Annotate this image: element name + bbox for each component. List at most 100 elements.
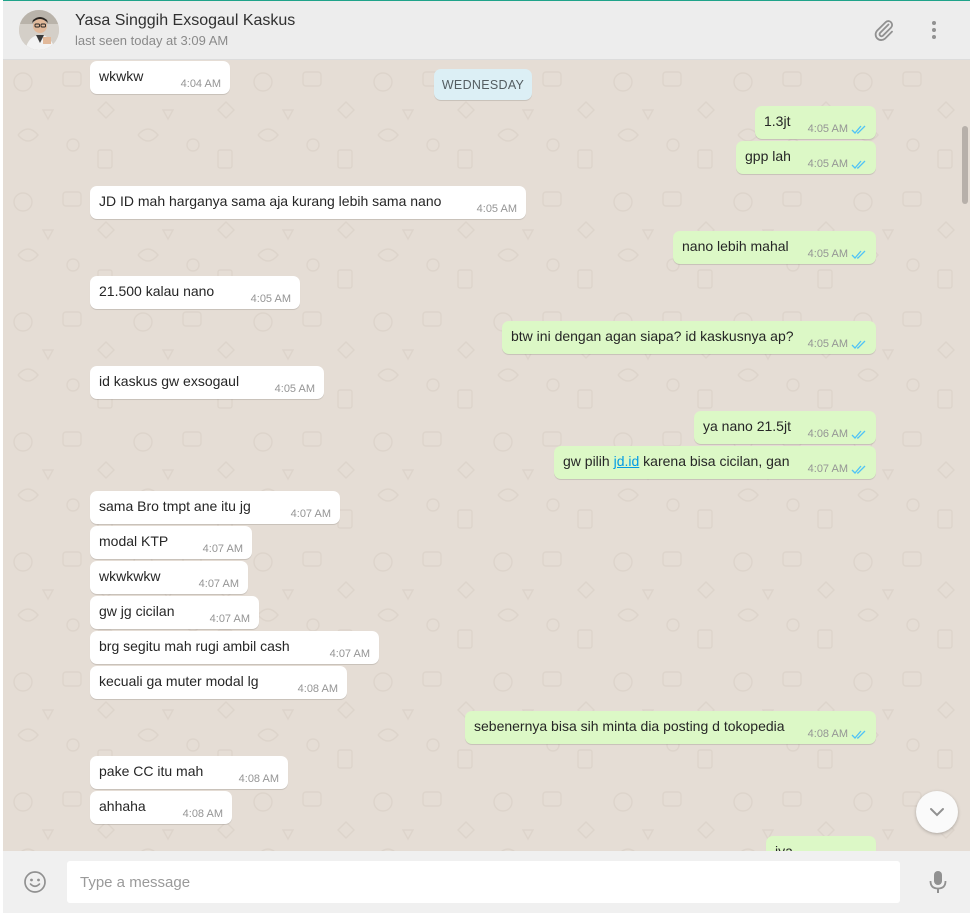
message-meta: 4:08 AM (239, 773, 279, 785)
read-ticks-icon (851, 160, 866, 169)
message-text: pake CC itu mah (99, 763, 204, 779)
message-text: ahhaha (99, 798, 146, 814)
read-ticks-icon (851, 730, 866, 739)
read-ticks-icon (851, 250, 866, 259)
message-text: brg segitu mah rugi ambil cash (99, 638, 290, 654)
message-text: ya nano 21.5jt (703, 418, 791, 434)
message-meta: 4:05 AM (808, 158, 867, 170)
message-text: wkwkw (99, 68, 144, 84)
chat-scrollbar[interactable] (962, 126, 968, 204)
voice-message-button[interactable] (927, 869, 949, 895)
incoming-message[interactable]: modal KTP 4:07 AM (90, 526, 252, 559)
message-meta: 4:07 AM (330, 648, 370, 660)
message-text: nano lebih mahal (682, 238, 789, 254)
message-time: 4:05 AM (476, 203, 517, 215)
message-text: id kaskus gw exsogaul (99, 373, 240, 389)
message-text: gw jg cicilan (99, 603, 175, 619)
incoming-message[interactable]: id kaskus gw exsogaul 4:05 AM (90, 366, 324, 399)
read-ticks-icon (851, 430, 866, 439)
read-ticks-icon (851, 125, 866, 134)
message-meta: 4:08 AM (808, 728, 867, 740)
composer-bar (3, 851, 970, 913)
message-meta: 4:05 AM (477, 203, 517, 215)
message-time: 4:04 AM (180, 78, 221, 90)
message-text: 1.3jt (764, 113, 791, 129)
message-link[interactable]: jd.id (614, 453, 640, 469)
message-text: wkwkwkw (99, 568, 161, 584)
message-time: 4:07 AM (329, 648, 370, 660)
header-accent-line (3, 0, 970, 1)
message-input[interactable] (67, 861, 900, 903)
message-text: sama Bro tmpt ane itu jg (99, 498, 251, 514)
outgoing-message[interactable]: btw ini dengan agan siapa? id kaskusnya … (502, 321, 876, 354)
scroll-to-bottom-button[interactable] (916, 791, 958, 833)
incoming-message[interactable]: JD ID mah harganya sama aja kurang lebih… (90, 186, 526, 219)
incoming-message[interactable]: wkwkwkw 4:07 AM (90, 561, 248, 594)
attach-button[interactable] (867, 14, 899, 46)
message-text: iya (775, 843, 793, 851)
paperclip-icon (874, 20, 894, 41)
outgoing-message[interactable]: iya (766, 836, 876, 851)
incoming-message[interactable]: ahhaha 4:08 AM (90, 791, 232, 824)
read-ticks-icon (851, 340, 866, 349)
contact-name[interactable]: Yasa Singgih Exsogaul Kaskus (75, 12, 295, 30)
outgoing-message[interactable]: gw pilih jd.id karena bisa cicilan, gan 4… (554, 446, 876, 479)
read-ticks-icon (851, 465, 866, 474)
message-time: 4:07 AM (290, 508, 331, 520)
message-meta: 4:07 AM (203, 543, 243, 555)
message-text: sebenernya bisa sih minta dia posting d … (474, 718, 785, 734)
date-divider: WEDNESDAY (434, 69, 532, 100)
outgoing-message[interactable]: sebenernya bisa sih minta dia posting d … (465, 711, 876, 744)
message-meta: 4:05 AM (275, 383, 315, 395)
message-time: 4:06 AM (807, 428, 848, 440)
message-text: 21.500 kalau nano (99, 283, 215, 299)
message-time: 4:05 AM (250, 293, 291, 305)
message-meta: 4:04 AM (181, 78, 221, 90)
message-time: 4:05 AM (807, 338, 848, 350)
message-meta: 4:07 AM (291, 508, 331, 520)
message-text-part: karena bisa cicilan, gan (639, 453, 790, 469)
message-list[interactable]: WEDNESDAY wkwkw 4:04 AM 1.3jt 4:05 AM gpp la… (3, 60, 970, 851)
message-meta: 4:05 AM (808, 338, 867, 350)
avatar[interactable] (19, 10, 59, 50)
message-meta: 4:05 AM (808, 123, 867, 135)
incoming-message[interactable]: pake CC itu mah 4:08 AM (90, 756, 288, 789)
avatar-photo-icon (19, 10, 59, 50)
emoji-button[interactable] (23, 870, 47, 894)
outgoing-message[interactable]: ya nano 21.5jt 4:06 AM (694, 411, 876, 444)
message-meta: 4:07 AM (210, 613, 250, 625)
message-meta: 4:07 AM (808, 463, 867, 475)
message-time: 4:05 AM (807, 248, 848, 260)
outgoing-message[interactable]: 1.3jt 4:05 AM (755, 106, 876, 139)
message-time: 4:05 AM (274, 383, 315, 395)
incoming-message[interactable]: brg segitu mah rugi ambil cash 4:07 AM (90, 631, 379, 664)
message-time: 4:08 AM (297, 683, 338, 695)
chevron-down-icon (930, 808, 944, 817)
incoming-message[interactable]: kecuali ga muter modal lg 4:08 AM (90, 666, 347, 699)
message-time: 4:07 AM (202, 543, 243, 555)
message-time: 4:08 AM (238, 773, 279, 785)
message-time: 4:05 AM (807, 158, 848, 170)
incoming-message[interactable]: sama Bro tmpt ane itu jg 4:07 AM (90, 491, 340, 524)
message-text: kecuali ga muter modal lg (99, 673, 259, 689)
message-time: 4:07 AM (209, 613, 250, 625)
message-meta: 4:08 AM (183, 808, 223, 820)
outgoing-message[interactable]: nano lebih mahal 4:05 AM (673, 231, 876, 264)
outgoing-message[interactable]: gpp lah 4:05 AM (736, 141, 876, 174)
chat-header: Yasa Singgih Exsogaul Kaskus last seen t… (3, 0, 970, 60)
message-text: gw pilih jd.id karena bisa cicilan, gan (563, 453, 789, 469)
last-seen-status: last seen today at 3:09 AM (75, 33, 229, 48)
message-text: JD ID mah harganya sama aja kurang lebih… (99, 193, 442, 209)
message-meta: 4:05 AM (251, 293, 291, 305)
message-meta: 4:05 AM (808, 248, 867, 260)
message-time: 4:08 AM (807, 728, 848, 740)
smiley-icon (24, 871, 46, 893)
incoming-message[interactable]: 21.500 kalau nano 4:05 AM (90, 276, 300, 309)
menu-button[interactable] (918, 14, 950, 46)
incoming-message[interactable]: wkwkw 4:04 AM (90, 61, 230, 94)
message-meta: 4:08 AM (298, 683, 338, 695)
kebab-menu-icon (932, 21, 936, 39)
message-time: 4:07 AM (198, 578, 239, 590)
incoming-message[interactable]: gw jg cicilan 4:07 AM (90, 596, 259, 629)
message-text: btw ini dengan agan siapa? id kaskusnya … (511, 328, 794, 344)
